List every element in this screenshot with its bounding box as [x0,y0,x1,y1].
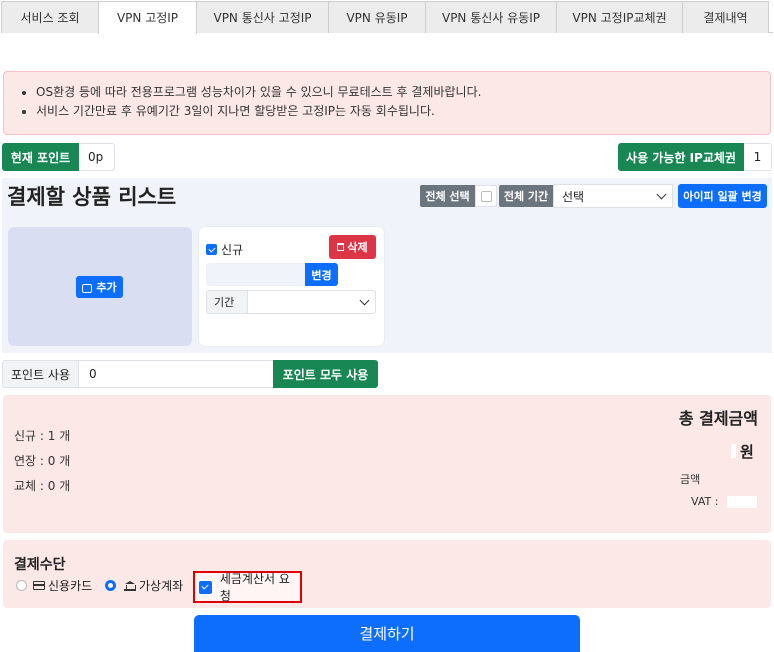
duration-label: 기간 [206,290,248,314]
vat-label: VAT : [691,495,719,508]
tab-payment-history[interactable]: 결제내역 [682,1,769,33]
credit-card-option[interactable]: 신용카드 [33,577,92,594]
new-checkbox[interactable]: 신규 [206,241,243,258]
payment-summary [3,395,771,533]
tab-vpn-static-ip[interactable]: VPN 고정IP [98,1,197,34]
add-item-label: 추가 [96,281,117,294]
tab-service-lookup[interactable]: 서비스 조회 [1,1,99,33]
bulk-ip-change-button[interactable]: 아이피 일괄 변경 [678,184,767,208]
notice-item: OS환경 등에 따라 전용프로그램 성능차이가 있을 수 있으니 무료테스트 후… [36,83,770,102]
all-period-select-value: 선택 [562,189,585,204]
duration-select[interactable] [248,290,376,314]
tab-vpn-carrier-dynamic-ip[interactable]: VPN 통신사 유동IP [425,1,557,33]
point-use-label: 포인트 사용 [2,360,79,388]
tab-vpn-dynamic-ip[interactable]: VPN 유동IP [328,1,426,33]
credit-card-icon [33,581,45,590]
card-radio[interactable] [16,580,27,591]
new-checkbox-label: 신규 [221,243,244,257]
tab-vpn-carrier-static-ip[interactable]: VPN 통신사 고정IP [196,1,329,33]
bag-plus-icon [82,283,93,293]
current-points-value: 0p [79,143,115,171]
tax-invoice-label: 세금계산서 요청 [219,572,290,603]
checkbox-checked-icon [199,580,212,594]
virtual-account-option[interactable]: 가상계좌 [124,577,183,594]
notice-box: OS환경 등에 따라 전용프로그램 성능차이가 있을 수 있으니 무료테스트 후… [3,71,771,135]
tab-vpn-ip-change-ticket[interactable]: VPN 고정IP교체권 [556,1,683,33]
virtual-account-label: 가상계좌 [139,579,184,593]
payment-method-panel [3,540,771,608]
notice-item: 서비스 기간만료 후 유예기간 3일이 지나면 할당받은 고정IP는 자동 회수… [36,102,770,121]
ip-change-ticket-label: 사용 가능한 IP교체권 [618,143,744,171]
payment-method-title: 결제수단 [14,557,66,573]
total-amount-title: 총 결제금액 [678,409,758,428]
add-item-button[interactable]: 추가 [76,276,123,298]
ip-input[interactable] [206,263,305,286]
bank-icon [124,580,136,591]
total-amount-value [731,444,736,458]
chevron-down-icon [656,189,667,200]
new-count: 신규 : 1 개 [14,429,71,443]
amount-label: 금액 [680,473,701,486]
ip-change-button[interactable]: 변경 [305,263,338,286]
service-tabs: 서비스 조회 VPN 고정IP VPN 통신사 고정IP VPN 유동IP VP… [1,1,773,34]
delete-item-label: 삭제 [347,241,368,254]
bank-radio[interactable] [105,580,116,591]
extend-count: 연장 : 0 개 [14,454,71,468]
checkbox-square-icon [480,190,492,202]
chevron-down-icon [359,295,370,306]
product-list-title: 결제할 상품 리스트 [7,185,177,209]
credit-card-label: 신용카드 [48,579,93,593]
tax-invoice-checkbox[interactable]: 세금계산서 요청 [193,571,302,603]
won-unit: 원 [740,443,754,461]
ip-change-ticket-count: 1 [744,143,772,171]
point-use-input[interactable]: 0 [79,360,274,388]
replace-count: 교체 : 0 개 [14,479,71,493]
delete-item-button[interactable]: 삭제 [329,235,376,259]
checkbox-checked-icon [206,244,217,255]
trash-icon [337,243,345,251]
all-period-select[interactable]: 선택 [553,184,673,208]
select-all-label: 전체 선택 [420,185,475,207]
pay-button[interactable]: 결제하기 [194,615,580,652]
current-points-label: 현재 포인트 [2,143,79,171]
select-all-checkbox[interactable] [475,185,497,207]
vat-value [727,496,757,508]
all-period-label: 전체 기간 [499,185,553,207]
use-all-points-button[interactable]: 포인트 모두 사용 [273,360,378,388]
